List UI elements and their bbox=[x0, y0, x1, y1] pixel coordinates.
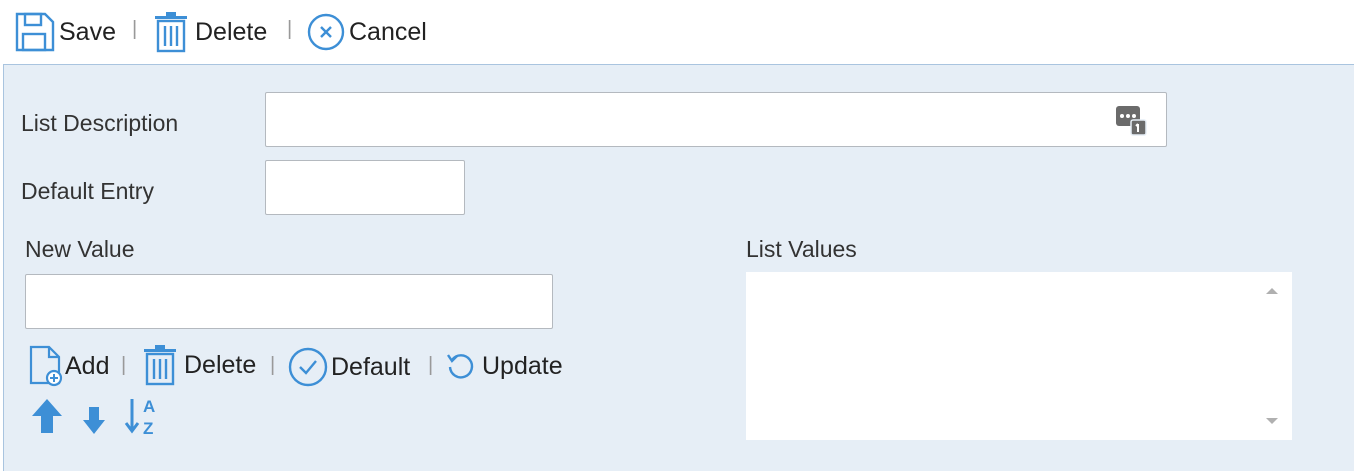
list-description-input[interactable] bbox=[265, 92, 1167, 147]
text-format-icon[interactable] bbox=[1115, 105, 1147, 137]
update-value-button[interactable]: Update bbox=[445, 350, 563, 382]
svg-text:A: A bbox=[143, 397, 155, 416]
action-separator: | bbox=[428, 354, 434, 376]
add-value-button[interactable]: Add bbox=[27, 345, 109, 387]
save-label: Save bbox=[59, 17, 116, 46]
default-entry-label: Default Entry bbox=[21, 178, 154, 204]
default-entry-input[interactable] bbox=[265, 160, 465, 215]
update-label: Update bbox=[482, 351, 563, 380]
toolbar-separator: | bbox=[132, 18, 138, 40]
trash-icon bbox=[155, 12, 187, 53]
delete-value-label: Delete bbox=[184, 350, 257, 379]
delete-button[interactable]: Delete bbox=[153, 10, 267, 54]
list-values-listbox[interactable] bbox=[746, 272, 1292, 440]
sort-alphabetical-icon[interactable]: A Z bbox=[124, 395, 164, 437]
new-value-label: New Value bbox=[25, 236, 135, 262]
delete-value-button[interactable]: Delete bbox=[142, 343, 256, 387]
toolbar-separator: | bbox=[287, 18, 293, 40]
delete-label: Delete bbox=[195, 17, 268, 46]
cancel-label: Cancel bbox=[349, 17, 427, 46]
new-value-input[interactable] bbox=[25, 274, 553, 329]
default-label: Default bbox=[331, 352, 411, 381]
add-label: Add bbox=[65, 351, 110, 380]
set-default-button[interactable]: Default bbox=[287, 346, 410, 388]
save-button[interactable]: Save bbox=[13, 10, 116, 54]
save-icon bbox=[15, 12, 55, 52]
list-description-label: List Description bbox=[21, 110, 179, 136]
action-separator: | bbox=[121, 354, 127, 376]
checkmark-circle-icon bbox=[288, 347, 328, 387]
svg-text:Z: Z bbox=[143, 419, 153, 437]
cancel-button[interactable]: Cancel bbox=[306, 12, 427, 52]
move-up-arrow-icon[interactable] bbox=[31, 397, 63, 435]
move-down-arrow-icon[interactable] bbox=[82, 405, 106, 435]
scroll-down-arrow[interactable] bbox=[1266, 418, 1278, 424]
action-separator: | bbox=[270, 354, 276, 376]
list-editor-panel: List Description Default Entry New Value… bbox=[3, 64, 1354, 471]
add-document-icon bbox=[29, 345, 63, 387]
main-toolbar: Save | Delete | Cancel bbox=[0, 0, 1354, 64]
trash-icon bbox=[144, 345, 176, 386]
list-values-label: List Values bbox=[746, 236, 857, 262]
refresh-icon bbox=[447, 354, 474, 379]
scroll-up-arrow[interactable] bbox=[1266, 288, 1278, 294]
cancel-circle-icon bbox=[307, 13, 345, 51]
